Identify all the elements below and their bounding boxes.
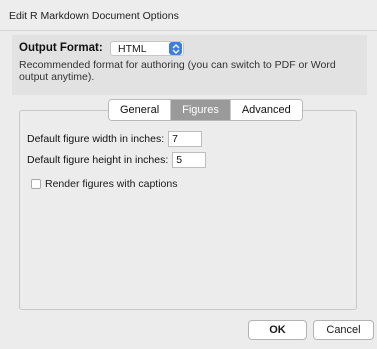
output-format-label: Output Format: [19, 42, 103, 54]
figure-height-row: Default figure height in inches: 5 [27, 152, 207, 168]
captions-label[interactable]: Render figures with captions [45, 178, 178, 190]
ok-button[interactable]: OK [248, 320, 307, 340]
figure-width-label: Default figure width in inches: [27, 133, 165, 145]
output-format-panel: Output Format: HTML Recommended format f… [12, 35, 367, 95]
captions-checkbox[interactable] [31, 179, 41, 189]
output-format-select[interactable]: HTML [110, 41, 184, 56]
chevron-up-down-icon [169, 42, 182, 55]
tab-general[interactable]: General [109, 100, 172, 120]
tab-bar: General Figures Advanced [108, 99, 303, 121]
window-title: Edit R Markdown Document Options [9, 10, 179, 22]
cancel-button[interactable]: Cancel [313, 320, 374, 340]
rmarkdown-options-dialog: Edit R Markdown Document Options Output … [0, 0, 377, 349]
figure-height-label: Default figure height in inches: [27, 154, 169, 166]
output-format-description: Recommended format for authoring (you ca… [19, 59, 336, 83]
title-bar[interactable]: Edit R Markdown Document Options [0, 0, 377, 31]
figure-width-row: Default figure width in inches: 7 [27, 131, 203, 147]
tab-figures[interactable]: Figures [171, 100, 231, 120]
captions-row: Render figures with captions [31, 178, 178, 190]
tab-advanced[interactable]: Advanced [230, 100, 302, 120]
figure-width-input[interactable]: 7 [168, 131, 203, 147]
figure-height-input[interactable]: 5 [172, 152, 207, 168]
output-format-value: HTML [118, 42, 147, 55]
